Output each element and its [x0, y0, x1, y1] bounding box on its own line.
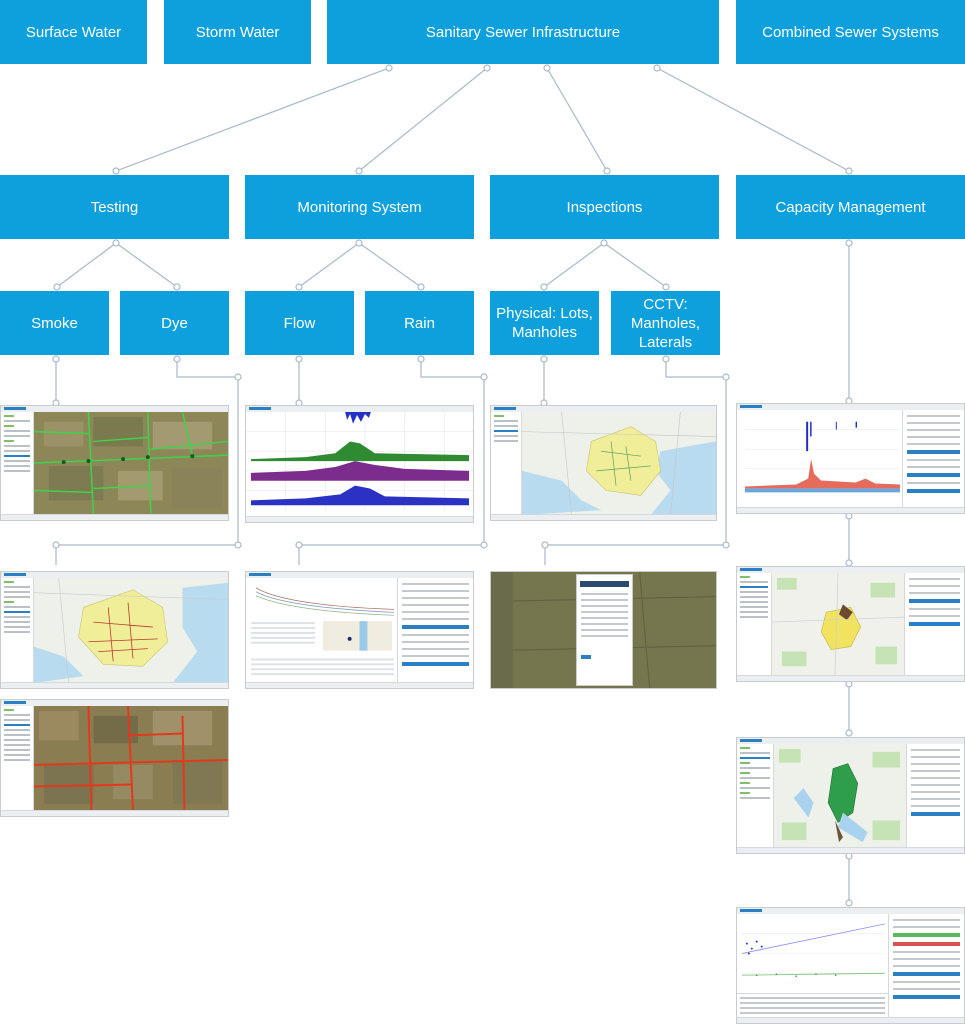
settings-panel — [397, 578, 473, 683]
node-storm-water[interactable]: Storm Water — [164, 0, 311, 64]
status-bar — [737, 847, 964, 853]
node-label: Surface Water — [25, 23, 122, 41]
node-capacity-management[interactable]: Capacity Management — [736, 175, 965, 239]
capacity-regression-plot[interactable] — [736, 907, 965, 1024]
status-bar — [1, 514, 228, 520]
node-testing[interactable]: Testing — [0, 175, 229, 239]
layer-panel — [1, 578, 34, 683]
map-view — [34, 578, 228, 683]
settings-panel — [888, 914, 964, 1018]
chart-view — [737, 914, 888, 993]
status-bar — [1, 682, 228, 688]
node-label: Testing — [90, 198, 139, 216]
node-label: Storm Water — [195, 23, 280, 41]
node-label: Physical: Lots, Manholes — [496, 305, 593, 341]
layer-panel — [737, 744, 774, 848]
settings-panel — [904, 573, 964, 676]
node-flow[interactable]: Flow — [245, 291, 354, 355]
node-surface-water[interactable]: Surface Water — [0, 0, 147, 64]
node-combined-sewer[interactable]: Combined Sewer Systems — [736, 0, 965, 64]
node-monitoring-system[interactable]: Monitoring System — [245, 175, 474, 239]
node-label: Flow — [283, 314, 316, 332]
inspection-dialog[interactable] — [576, 574, 633, 686]
node-label: Smoke — [31, 314, 78, 332]
layer-panel — [491, 412, 522, 515]
node-label: Inspections — [566, 198, 643, 216]
status-bar — [246, 516, 473, 522]
layer-panel — [1, 706, 34, 811]
node-label: Monitoring System — [297, 198, 422, 216]
layer-panel — [737, 573, 772, 676]
smoke-test-aerial-map[interactable] — [0, 405, 229, 521]
results-table — [737, 993, 888, 1018]
node-label: Capacity Management — [775, 198, 926, 216]
node-cctv[interactable]: CCTV: Manholes, Laterals — [611, 291, 720, 355]
node-label: CCTV: Manholes, Laterals — [630, 295, 701, 351]
map-view — [34, 706, 228, 811]
node-dye[interactable]: Dye — [120, 291, 229, 355]
flow-time-series-chart[interactable] — [245, 405, 474, 523]
chart-view — [737, 410, 902, 508]
capacity-sewershed-map[interactable] — [736, 566, 965, 682]
node-rain[interactable]: Rain — [365, 291, 474, 355]
node-label: Rain — [404, 314, 435, 332]
status-bar — [491, 514, 716, 520]
settings-panel — [902, 410, 964, 508]
smoke-dye-parcel-map[interactable] — [0, 571, 229, 689]
map-view — [772, 573, 904, 676]
node-sanitary-sewer[interactable]: Sanitary Sewer Infrastructure — [327, 0, 719, 64]
layer-panel — [1, 412, 34, 515]
status-bar — [737, 675, 964, 681]
capacity-catchment-map[interactable] — [736, 737, 965, 854]
cctv-inspection-form[interactable] — [490, 571, 717, 689]
status-bar — [1, 810, 228, 816]
node-label: Sanitary Sewer Infrastructure — [425, 23, 621, 41]
status-bar — [246, 682, 473, 688]
physical-inspection-map[interactable] — [490, 405, 717, 521]
status-bar — [737, 1017, 964, 1023]
node-label: Dye — [161, 314, 188, 332]
node-label: Combined Sewer Systems — [762, 23, 939, 41]
node-physical[interactable]: Physical: Lots, Manholes — [490, 291, 599, 355]
chart-view — [246, 412, 473, 517]
status-bar — [737, 507, 964, 513]
node-inspections[interactable]: Inspections — [490, 175, 719, 239]
map-view — [522, 412, 716, 515]
dye-test-aerial-map[interactable] — [0, 699, 229, 817]
map-view — [774, 744, 906, 848]
node-smoke[interactable]: Smoke — [0, 291, 109, 355]
capacity-rainfall-flow-chart[interactable] — [736, 403, 965, 514]
settings-panel — [906, 744, 964, 848]
flow-analysis-report[interactable] — [245, 571, 474, 689]
map-view — [34, 412, 228, 515]
report-view — [246, 578, 397, 683]
